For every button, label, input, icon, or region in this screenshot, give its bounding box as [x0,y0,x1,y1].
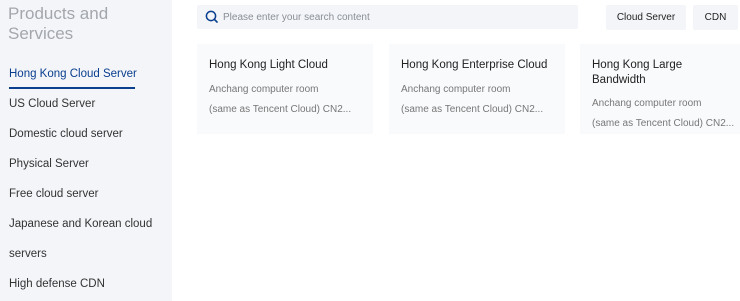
sidebar-item-free-cloud-server[interactable]: Free cloud server [9,188,98,200]
card-title: Hong Kong Large Bandwidth [592,59,683,86]
card-desc-line1: Anchang computer room [592,98,702,109]
search-input[interactable] [223,9,563,25]
card-title: Hong Kong Light Cloud [209,59,328,71]
sidebar-item-japanese-korean-cloud-cont[interactable]: servers [9,248,47,260]
search-icon[interactable] [205,10,218,23]
card-desc-line1: Anchang computer room [209,84,319,95]
card-desc-line2: (same as Tencent Cloud) CN2... [592,118,735,129]
card-title: Hong Kong Enterprise Cloud [401,59,548,71]
sidebar-item-physical-server[interactable]: Physical Server [9,158,89,170]
tag-cloud-server-button[interactable]: Cloud Server [606,5,686,30]
sidebar-item-japanese-korean-cloud[interactable]: Japanese and Korean cloud [9,218,152,230]
tag-cdn-button[interactable]: CDN [693,5,738,30]
card-desc-line1: Anchang computer room [401,84,511,95]
search-box[interactable] [197,5,578,29]
card-desc-line2: (same as Tencent Cloud) CN2... [209,104,352,115]
sidebar-item-high-defense-cdn[interactable]: High defense CDN [9,278,105,290]
card-desc-line2: (same as Tencent Cloud) CN2... [401,104,544,115]
active-indicator [9,87,135,89]
sidebar-item-domestic-cloud-server[interactable]: Domestic cloud server [9,128,123,140]
product-card[interactable]: Hong Kong Enterprise Cloud Anchang compu… [389,44,565,134]
sidebar-item-hong-kong-cloud-server[interactable]: Hong Kong Cloud Server [9,68,137,80]
product-card[interactable]: Hong Kong Large Bandwidth Anchang comput… [580,44,740,134]
product-card[interactable]: Hong Kong Light Cloud Anchang computer r… [197,44,373,134]
sidebar-item-us-cloud-server[interactable]: US Cloud Server [9,98,95,110]
sidebar-title: Products and Services [8,4,109,43]
sidebar: Products and Services Hong Kong Cloud Se… [0,0,172,301]
